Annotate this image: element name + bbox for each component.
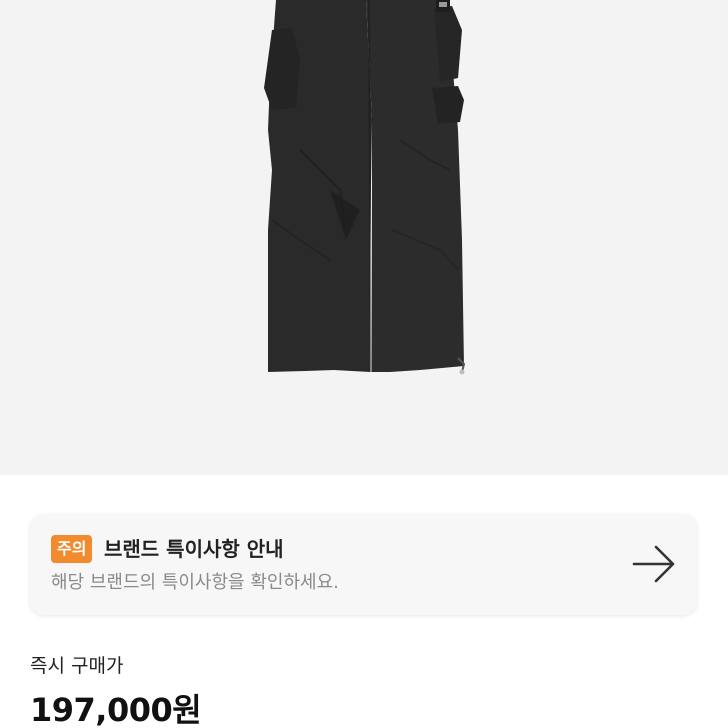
arrow-right-icon[interactable] [631, 544, 677, 584]
product-detail-page: 주의 브랜드 특이사항 안내 해당 브랜드의 특이사항을 확인하세요. 즉시 구… [0, 0, 728, 728]
notice-subtitle: 해당 브랜드의 특이사항을 확인하세요. [51, 572, 339, 593]
price-label: 즉시 구매가 [30, 655, 124, 677]
warning-badge: 주의 [51, 535, 93, 563]
brand-notice-card[interactable]: 주의 브랜드 특이사항 안내 해당 브랜드의 특이사항을 확인하세요. [30, 514, 697, 615]
product-image[interactable] [0, 0, 728, 475]
cargo-pants-image [264, 0, 466, 375]
notice-title: 브랜드 특이사항 안내 [104, 537, 284, 561]
price-value: 197,000원 [30, 691, 202, 728]
